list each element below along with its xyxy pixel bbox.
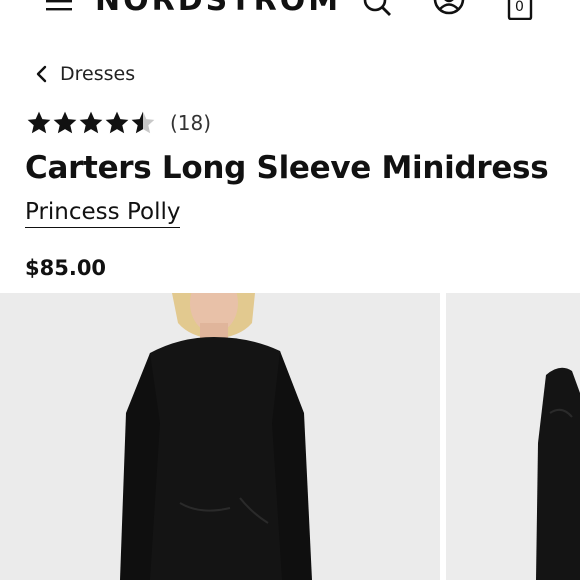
top-header: NORDSTROM 0 xyxy=(0,0,580,30)
chevron-left-icon xyxy=(36,65,47,83)
bag-count: 0 xyxy=(515,0,524,15)
product-price: $85.00 xyxy=(25,256,107,280)
account-icon[interactable] xyxy=(432,0,466,20)
search-icon[interactable] xyxy=(362,0,392,20)
nordstrom-logo[interactable]: NORDSTROM xyxy=(95,0,341,18)
product-image-main[interactable] xyxy=(0,293,440,580)
product-title: Carters Long Sleeve Minidress xyxy=(25,150,549,186)
breadcrumb-label: Dresses xyxy=(60,63,136,85)
product-rating[interactable]: (18) xyxy=(26,110,211,136)
star-icon xyxy=(79,111,103,134)
menu-icon[interactable] xyxy=(46,0,74,16)
star-rating xyxy=(26,110,156,136)
star-icon xyxy=(53,111,77,134)
product-image-secondary[interactable] xyxy=(446,293,580,580)
half-star-icon xyxy=(131,111,155,134)
star-icon xyxy=(105,111,129,134)
dress-photo-front xyxy=(0,293,440,580)
dress-photo-back xyxy=(446,293,580,580)
brand-link[interactable]: Princess Polly xyxy=(25,199,181,228)
star-icon xyxy=(27,111,51,134)
review-count[interactable]: (18) xyxy=(170,111,211,135)
breadcrumb[interactable]: Dresses xyxy=(34,63,135,85)
